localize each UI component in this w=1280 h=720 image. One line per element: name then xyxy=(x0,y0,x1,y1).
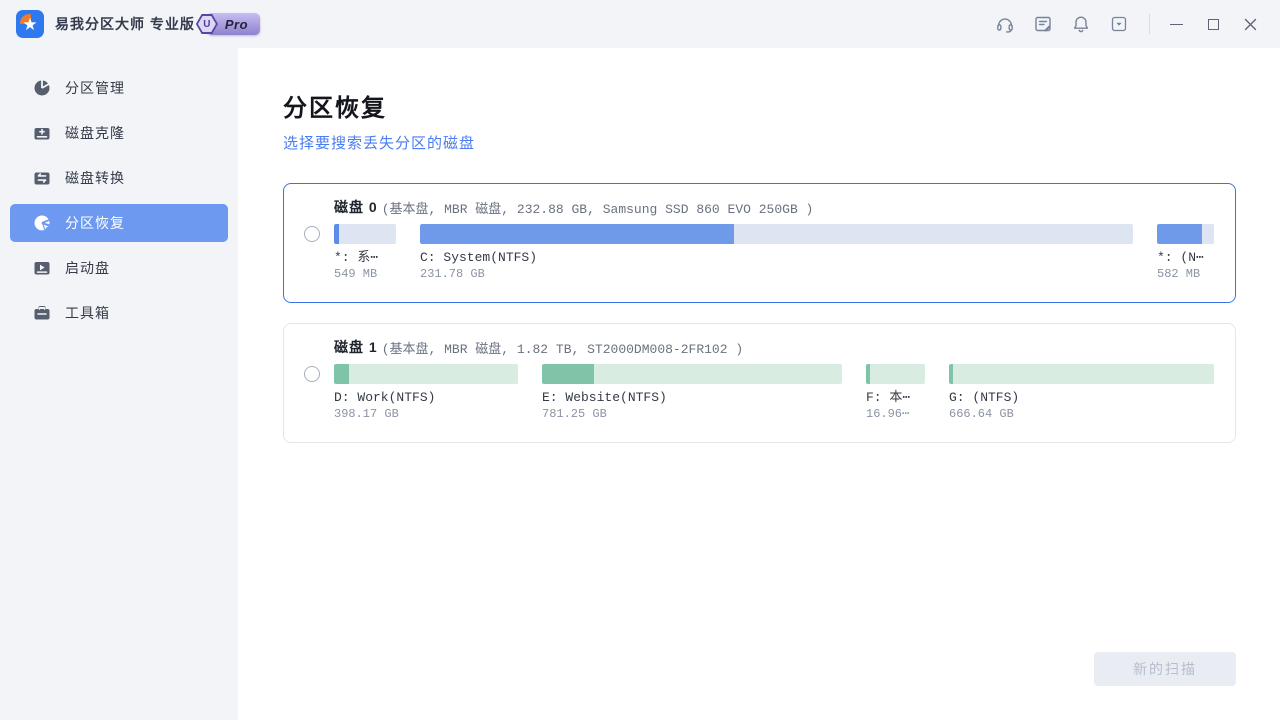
disk-card-0[interactable]: 磁盘 0 (基本盘, MBR 磁盘, 232.88 GB, Samsung SS… xyxy=(283,183,1236,303)
disk-card-1[interactable]: 磁盘 1 (基本盘, MBR 磁盘, 1.82 TB, ST2000DM008-… xyxy=(283,323,1236,443)
partition-block[interactable]: E: Website(NTFS) 781.25 GB xyxy=(542,364,842,421)
disk-info: (基本盘, MBR 磁盘, 1.82 TB, ST2000DM008-2FR10… xyxy=(382,338,743,357)
partition-size: 549 MB xyxy=(334,267,396,281)
sidebar: 分区管理 磁盘克隆 磁盘转换 xyxy=(0,48,238,720)
partition-label: F: 本⋯ xyxy=(866,390,925,405)
sidebar-item-partition-manage[interactable]: 分区管理 xyxy=(10,69,228,107)
headset-support-icon[interactable] xyxy=(995,14,1015,34)
pro-emblem-icon: U xyxy=(196,14,218,34)
partition-bar xyxy=(866,364,925,384)
partition-label: *: (N⋯ xyxy=(1157,250,1214,265)
partition-size: 781.25 GB xyxy=(542,407,842,421)
sidebar-item-label: 启动盘 xyxy=(65,258,110,278)
partition-label: G: (NTFS) xyxy=(949,390,1214,405)
notification-bell-icon[interactable] xyxy=(1071,14,1091,34)
partition-block[interactable]: F: 本⋯ 16.96⋯ xyxy=(866,364,925,421)
sidebar-item-disk-clone[interactable]: 磁盘克隆 xyxy=(10,114,228,152)
partition-block[interactable]: *: (N⋯ 582 MB xyxy=(1157,224,1214,281)
disk-1-radio[interactable] xyxy=(304,366,320,382)
partition-block[interactable]: C: System(NTFS) 231.78 GB xyxy=(420,224,1133,281)
new-scan-button[interactable]: 新的扫描 xyxy=(1094,652,1236,686)
partition-size: 16.96⋯ xyxy=(866,407,925,421)
partition-bar xyxy=(1157,224,1214,244)
partition-bar xyxy=(334,224,396,244)
titlebar: ★ 易我分区大师 专业版 U Pro xyxy=(0,0,1280,48)
partition-size: 231.78 GB xyxy=(420,267,1133,281)
close-icon[interactable] xyxy=(1238,12,1262,36)
sidebar-item-partition-recovery[interactable]: 分区恢复 xyxy=(10,204,228,242)
sidebar-item-boot-disk[interactable]: 启动盘 xyxy=(10,249,228,287)
partition-size: 666.64 GB xyxy=(949,407,1214,421)
partition-size: 398.17 GB xyxy=(334,407,518,421)
partition-map: *: 系⋯ 549 MB C: System(NTFS) 231.78 GB *… xyxy=(334,224,1214,281)
partition-block[interactable]: *: 系⋯ 549 MB xyxy=(334,224,396,281)
partition-recovery-icon xyxy=(33,214,51,232)
disk-header: 磁盘 0 (基本盘, MBR 磁盘, 232.88 GB, Samsung SS… xyxy=(334,197,1214,217)
disk-info: (基本盘, MBR 磁盘, 232.88 GB, Samsung SSD 860… xyxy=(382,198,814,217)
page-title: 分区恢复 xyxy=(283,88,1280,123)
sidebar-item-toolbox[interactable]: 工具箱 xyxy=(10,294,228,332)
titlebar-divider xyxy=(1149,14,1150,34)
partition-label: C: System(NTFS) xyxy=(420,250,1133,265)
feedback-note-icon[interactable] xyxy=(1033,14,1053,34)
boot-disk-icon xyxy=(33,259,51,277)
page-subtitle: 选择要搜索丢失分区的磁盘 xyxy=(283,132,1280,153)
logo-star-icon: ★ xyxy=(16,10,44,38)
disk-clone-icon xyxy=(33,124,51,142)
partition-bar xyxy=(334,364,518,384)
partition-map: D: Work(NTFS) 398.17 GB E: Website(NTFS)… xyxy=(334,364,1214,421)
partition-block[interactable]: D: Work(NTFS) 398.17 GB xyxy=(334,364,518,421)
maximize-icon[interactable] xyxy=(1201,12,1225,36)
sidebar-item-label: 磁盘克隆 xyxy=(65,123,125,143)
partition-bar xyxy=(949,364,1214,384)
disk-name: 磁盘 0 xyxy=(334,197,378,217)
toolbox-icon xyxy=(33,304,51,322)
sidebar-item-label: 分区恢复 xyxy=(65,213,125,233)
disk-name: 磁盘 1 xyxy=(334,337,378,357)
partition-label: E: Website(NTFS) xyxy=(542,390,842,405)
partition-label: *: 系⋯ xyxy=(334,250,396,265)
disk-convert-icon xyxy=(33,169,51,187)
sidebar-item-label: 磁盘转换 xyxy=(65,168,125,188)
partition-block[interactable]: G: (NTFS) 666.64 GB xyxy=(949,364,1214,421)
disk-0-radio[interactable] xyxy=(304,226,320,242)
partition-bar xyxy=(420,224,1133,244)
sidebar-item-disk-convert[interactable]: 磁盘转换 xyxy=(10,159,228,197)
partition-bar xyxy=(542,364,842,384)
pro-badge: U Pro xyxy=(207,13,260,35)
menu-dropdown-icon[interactable] xyxy=(1109,14,1129,34)
pie-chart-icon xyxy=(33,79,51,97)
main-content: 分区恢复 选择要搜索丢失分区的磁盘 磁盘 0 (基本盘, MBR 磁盘, 232… xyxy=(238,48,1280,720)
pro-badge-label: Pro xyxy=(225,17,248,32)
sidebar-item-label: 工具箱 xyxy=(65,303,110,323)
titlebar-actions xyxy=(995,12,1280,36)
app-title: 易我分区大师 专业版 xyxy=(55,14,195,34)
partition-size: 582 MB xyxy=(1157,267,1214,281)
partition-label: D: Work(NTFS) xyxy=(334,390,518,405)
disk-header: 磁盘 1 (基本盘, MBR 磁盘, 1.82 TB, ST2000DM008-… xyxy=(334,337,1214,357)
app-logo-icon: ★ xyxy=(16,10,44,38)
minimize-icon[interactable] xyxy=(1164,12,1188,36)
sidebar-item-label: 分区管理 xyxy=(65,78,125,98)
